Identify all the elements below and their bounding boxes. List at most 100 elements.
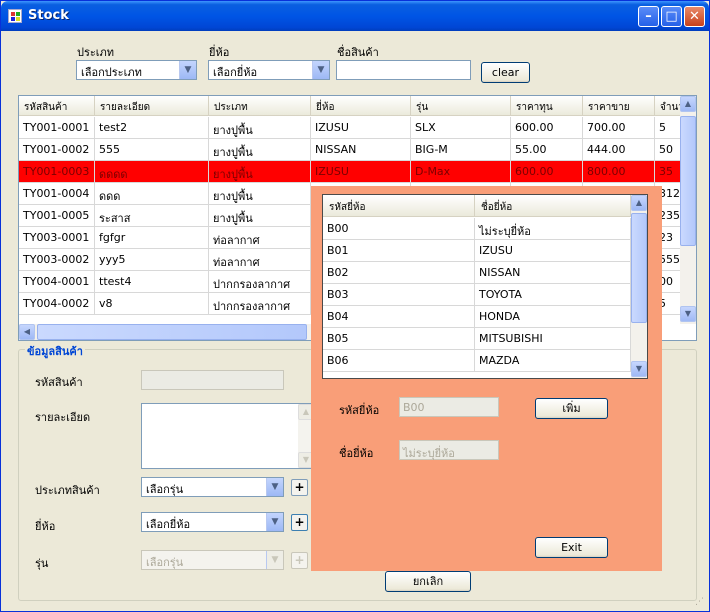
add-category-button[interactable]: + xyxy=(291,479,308,496)
table-cell: TY003-0002 xyxy=(19,249,95,271)
stock-column-header[interactable]: รหัสสินค้า xyxy=(19,96,95,116)
brand-name-label: ชื่อยี่ห้อ xyxy=(339,447,374,460)
stock-column-header[interactable]: จำนว xyxy=(655,96,681,116)
exit-button[interactable]: Exit xyxy=(535,537,608,558)
table-cell: 55.00 xyxy=(511,139,583,161)
filter-brand-select[interactable]: เลือกยี่ห้อ ▼ xyxy=(208,60,330,80)
table-row[interactable]: TY001-0003 ดดดด ยางปูพื้น IZUSU D-Max 600.00 8… xyxy=(19,161,681,183)
table-cell: HONDA xyxy=(475,306,631,328)
table-cell: TY001-0001 xyxy=(19,117,95,139)
table-cell: IZUSU xyxy=(311,117,411,139)
category-label: ประเภทสินค้า xyxy=(35,484,100,497)
hscroll-thumb[interactable] xyxy=(37,324,307,340)
stock-column-header[interactable]: รายละเอียด xyxy=(95,96,209,116)
model-value: เลือกรุ่น xyxy=(146,556,184,569)
stock-column-header[interactable]: ราคาทุน xyxy=(511,96,583,116)
table-row[interactable]: B02 NISSAN xyxy=(323,262,631,284)
scroll-thumb[interactable] xyxy=(680,116,696,246)
scroll-up-icon[interactable]: ▲ xyxy=(631,195,647,211)
table-cell: 800.00 xyxy=(583,161,655,183)
stock-hscroll[interactable]: ◀ xyxy=(19,324,312,340)
product-desc-textarea[interactable]: ▲ ▼ xyxy=(141,403,314,469)
filter-brand-value: เลือกยี่ห้อ xyxy=(213,66,258,79)
close-button[interactable]: ✕ xyxy=(684,6,705,27)
model-label: รุ่น xyxy=(35,557,49,570)
chevron-down-icon[interactable]: ▼ xyxy=(312,61,329,79)
stock-window: Stock – □ ✕ ประเภท เลือกประเภท ▼ ยี่ห้อ … xyxy=(0,0,710,612)
table-cell: fgfgr xyxy=(95,227,209,249)
table-cell: TY001-0005 xyxy=(19,205,95,227)
brand-select[interactable]: เลือกยี่ห้อ ▼ xyxy=(141,512,284,532)
table-cell: test2 xyxy=(95,117,209,139)
table-cell: ท่อลากาศ xyxy=(209,227,311,249)
product-info-title: ข้อมูลสินค้า xyxy=(25,342,85,360)
table-row[interactable]: B06 MAZDA xyxy=(323,350,631,372)
stock-column-header[interactable]: ประเภท xyxy=(209,96,311,116)
stock-column-header[interactable]: ยี่ห้อ xyxy=(311,96,411,116)
table-row[interactable]: B05 MITSUBISHI xyxy=(323,328,631,350)
table-row[interactable]: TY001-0001 test2 ยางปูพื้น IZUSU SLX 600.00 70… xyxy=(19,117,681,139)
scroll-down-icon[interactable]: ▼ xyxy=(631,361,647,377)
table-cell: BIG-M xyxy=(411,139,511,161)
stock-column-header[interactable]: รุ่น xyxy=(411,96,511,116)
table-cell: 5 xyxy=(655,117,681,139)
table-cell: ปากกรองลากาศ xyxy=(209,293,311,315)
scroll-down-icon[interactable]: ▼ xyxy=(680,306,696,322)
brand-code-input[interactable]: B00 xyxy=(399,397,499,417)
filter-name-label: ชื่อสินค้า xyxy=(337,46,379,59)
stock-vscroll[interactable]: ▲ ▼ xyxy=(680,96,696,324)
brand-column-header[interactable]: ชื่อยี่ห้อ xyxy=(475,195,631,217)
filter-type-value: เลือกประเภท xyxy=(81,66,142,79)
brand-panel: รหัสยี่ห้อ ชื่อยี่ห้อ B00 ไม่ระบุยี่ห้อ B01… xyxy=(311,186,662,571)
model-select[interactable]: เลือกรุ่น ▼ xyxy=(141,550,284,570)
table-cell: TY004-0001 xyxy=(19,271,95,293)
filter-type-select[interactable]: เลือกประเภท ▼ xyxy=(76,60,197,80)
add-brand-panel-button[interactable]: เพิ่ม xyxy=(535,398,608,419)
maximize-button[interactable]: □ xyxy=(661,6,682,27)
filter-name-input[interactable] xyxy=(336,60,471,80)
scroll-up-icon[interactable]: ▲ xyxy=(680,96,696,112)
brand-column-header[interactable]: รหัสยี่ห้อ xyxy=(323,195,475,217)
table-cell: TY004-0002 xyxy=(19,293,95,315)
table-cell: ยางปูพื้น xyxy=(209,183,311,205)
table-cell: ยางปูพื้น xyxy=(209,205,311,227)
table-cell: ยางปูพื้น xyxy=(209,117,311,139)
chevron-down-icon[interactable]: ▼ xyxy=(266,513,283,531)
brand-table-header: รหัสยี่ห้อ ชื่อยี่ห้อ xyxy=(323,195,633,217)
brand-name-input[interactable]: ไม่ระบุยี่ห้อ xyxy=(399,440,499,460)
brand-code-label: รหัสยี่ห้อ xyxy=(339,404,380,417)
product-code-input[interactable] xyxy=(141,370,284,390)
cancel-button[interactable]: ยกเลิก xyxy=(385,571,471,592)
minimize-button[interactable]: – xyxy=(638,6,659,27)
table-cell: ยางปูพื้น xyxy=(209,161,311,183)
brand-vscroll[interactable]: ▲ ▼ xyxy=(631,195,647,378)
stock-column-header[interactable]: ราคาขาย xyxy=(583,96,655,116)
title-bar[interactable]: Stock – □ ✕ xyxy=(1,1,709,31)
table-cell: B05 xyxy=(323,328,475,350)
table-row[interactable]: B04 HONDA xyxy=(323,306,631,328)
table-cell: B03 xyxy=(323,284,475,306)
brand-table: รหัสยี่ห้อ ชื่อยี่ห้อ B00 ไม่ระบุยี่ห้อ B01… xyxy=(322,194,648,379)
category-select[interactable]: เลือกรุ่น ▼ xyxy=(141,477,284,497)
chevron-down-icon[interactable]: ▼ xyxy=(179,61,196,79)
table-row[interactable]: B00 ไม่ระบุยี่ห้อ xyxy=(323,218,631,240)
table-row[interactable]: TY001-0002 555 ยางปูพื้น NISSAN BIG-M 55.00 44… xyxy=(19,139,681,161)
table-cell: 444.00 xyxy=(583,139,655,161)
table-cell: MAZDA xyxy=(475,350,631,372)
resize-grip-icon[interactable]: ⋰ xyxy=(695,597,707,609)
scroll-left-icon[interactable]: ◀ xyxy=(19,324,35,340)
chevron-down-icon[interactable]: ▼ xyxy=(266,551,283,569)
table-row[interactable]: B01 IZUSU xyxy=(323,240,631,262)
table-cell: IZUSU xyxy=(311,161,411,183)
table-cell: TOYOTA xyxy=(475,284,631,306)
table-cell: SLX xyxy=(411,117,511,139)
stock-table-header: รหัสสินค้า รายละเอียด ประเภท ยี่ห้อ รุ่น ราคา… xyxy=(19,96,681,116)
scroll-thumb[interactable] xyxy=(631,213,647,323)
add-model-button[interactable]: + xyxy=(291,552,308,569)
table-cell: ดดด xyxy=(95,183,209,205)
chevron-down-icon[interactable]: ▼ xyxy=(266,478,283,496)
table-row[interactable]: B03 TOYOTA xyxy=(323,284,631,306)
add-brand-button[interactable]: + xyxy=(291,514,308,531)
clear-button[interactable]: clear xyxy=(481,62,530,83)
filter-type-label: ประเภท xyxy=(77,46,115,59)
